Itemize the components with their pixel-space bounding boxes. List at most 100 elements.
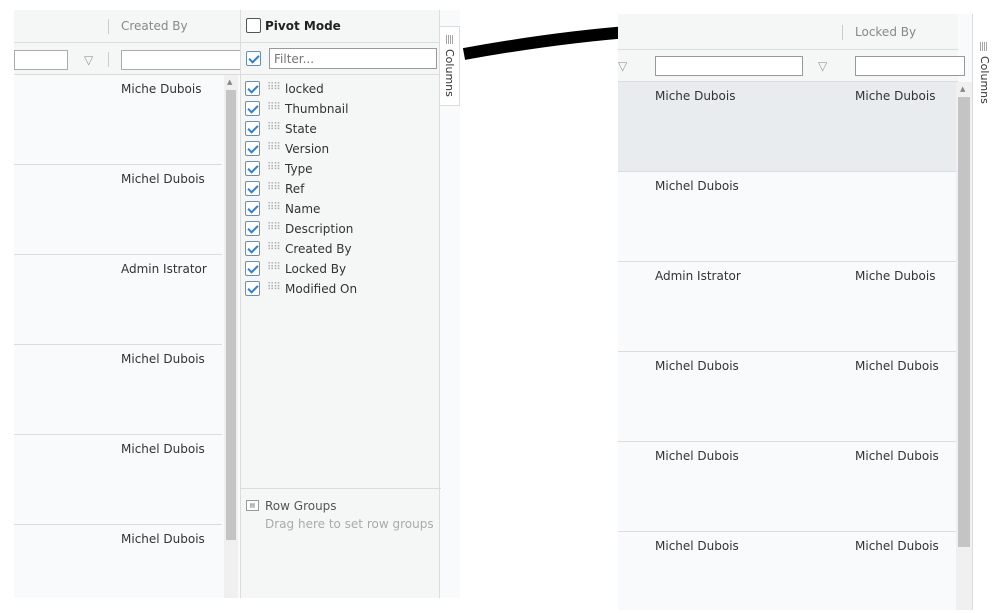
column-item[interactable]: ⠿⠿ Type <box>245 160 435 178</box>
drag-handle-icon[interactable]: ⠿⠿ <box>267 182 281 193</box>
column-checkbox[interactable] <box>245 141 260 156</box>
row-groups-drop-zone[interactable]: ▤ Row Groups Drag here to set row groups <box>241 488 441 598</box>
filter-input[interactable] <box>14 50 68 70</box>
scrollbar-thumb[interactable] <box>958 97 970 547</box>
drag-handle-icon[interactable]: ⠿⠿ <box>267 102 281 113</box>
column-separator[interactable] <box>842 25 843 40</box>
created-by-cell: Michel Dubois <box>655 539 739 553</box>
drag-handle-icon[interactable]: ⠿⠿ <box>267 262 281 273</box>
filter-funnel-icon[interactable]: ▽ <box>818 59 827 73</box>
column-label: Locked By <box>285 262 347 276</box>
table-row[interactable]: Michel Dubois <box>14 525 222 598</box>
created-by-cell: Michel Dubois <box>121 172 205 186</box>
columns-icon: |||| <box>445 35 454 45</box>
locked-by-filter-input[interactable] <box>855 56 965 76</box>
table-row[interactable]: Michel Dubois Michel Dubois <box>618 532 956 610</box>
pivot-mode-row: Pivot Mode <box>241 10 441 43</box>
columns-icon: |||| <box>979 42 988 52</box>
table-row[interactable]: Miche Dubois <box>14 75 222 165</box>
table-row[interactable]: Michel Dubois <box>14 165 222 255</box>
scroll-up-icon[interactable]: ▲ <box>227 78 232 86</box>
columns-side-tab[interactable]: |||| Columns <box>972 14 996 610</box>
column-item[interactable]: ⠿⠿ State <box>245 120 435 138</box>
column-checkbox[interactable] <box>245 81 260 96</box>
grid-body: Miche Dubois Michel Dubois Admin Istrato… <box>14 75 224 598</box>
column-item[interactable]: ⠿⠿ Modified On <box>245 280 435 298</box>
column-label: Thumbnail <box>285 102 349 116</box>
column-label: Ref <box>285 182 305 196</box>
locked-by-cell: Michel Dubois <box>855 449 939 463</box>
column-item[interactable]: ⠿⠿ Thumbnail <box>245 100 435 118</box>
drag-handle-icon[interactable]: ⠿⠿ <box>267 142 281 153</box>
column-checkbox[interactable] <box>245 201 260 216</box>
drag-handle-icon[interactable]: ⠿⠿ <box>267 162 281 173</box>
column-item[interactable]: ⠿⠿ Locked By <box>245 260 435 278</box>
created-by-cell: Michel Dubois <box>121 442 205 456</box>
table-row[interactable]: Michel Dubois <box>618 172 956 262</box>
grid-header: Locked By <box>618 14 958 50</box>
column-item[interactable]: ⠿⠿ Created By <box>245 240 435 258</box>
drag-handle-icon[interactable]: ⠿⠿ <box>267 222 281 233</box>
scroll-up-icon[interactable]: ▲ <box>960 85 965 93</box>
header-created-by[interactable]: Created By <box>121 19 188 33</box>
pivot-mode-checkbox[interactable] <box>246 18 261 33</box>
created-by-filter-input[interactable] <box>121 50 251 70</box>
column-label: Created By <box>285 242 352 256</box>
vertical-scrollbar[interactable]: ▲ <box>224 75 238 598</box>
column-checkbox[interactable] <box>245 241 260 256</box>
header-locked-by[interactable]: Locked By <box>855 25 916 39</box>
locked-by-cell: Miche Dubois <box>855 89 936 103</box>
created-by-cell: Admin Istrator <box>121 262 207 276</box>
columns-tool-panel: Pivot Mode ⠿⠿locked ⠿⠿Thumbnail ⠿⠿State … <box>240 10 441 598</box>
drag-handle-icon[interactable]: ⠿⠿ <box>267 242 281 253</box>
drag-handle-icon[interactable]: ⠿⠿ <box>267 282 281 293</box>
column-label: State <box>285 122 317 136</box>
table-row[interactable]: Michel Dubois Michel Dubois <box>618 442 956 532</box>
created-by-cell: Miche Dubois <box>121 82 202 96</box>
left-grid-panel: Created By ▽ Miche Dubois Michel Dubois … <box>14 10 460 598</box>
column-checkbox[interactable] <box>245 281 260 296</box>
drag-handle-icon[interactable]: ⠿⠿ <box>267 82 281 93</box>
vertical-scrollbar[interactable]: ▲ <box>956 82 972 610</box>
drag-handle-icon[interactable]: ⠿⠿ <box>267 122 281 133</box>
column-checkbox[interactable] <box>245 221 260 236</box>
column-item[interactable]: ⠿⠿ Description <box>245 220 435 238</box>
select-all-checkbox[interactable] <box>246 51 261 66</box>
column-item[interactable]: ⠿⠿ Ref <box>245 180 435 198</box>
column-filter-input[interactable] <box>269 48 437 69</box>
column-item[interactable]: ⠿⠿ Version <box>245 140 435 158</box>
table-row[interactable]: Admin Istrator Miche Dubois <box>618 262 956 352</box>
row-groups-title: Row Groups <box>265 499 337 513</box>
table-row[interactable]: Michel Dubois Michel Dubois <box>618 352 956 442</box>
filter-row: ▽ ▽ <box>618 50 965 82</box>
columns-tab-label: Columns <box>443 49 456 97</box>
column-label: Name <box>285 202 321 216</box>
grid-body: Miche Dubois Miche Dubois Michel Dubois … <box>618 82 956 610</box>
locked-by-cell: Miche Dubois <box>855 269 936 283</box>
right-grid-panel: Locked By ▽ ▽ Miche Dubois Miche Dubois … <box>618 14 996 610</box>
columns-tab-label: Columns <box>978 56 991 104</box>
column-checkbox[interactable] <box>245 181 260 196</box>
column-item[interactable]: ⠿⠿ locked <box>245 80 435 98</box>
table-row[interactable]: Miche Dubois Miche Dubois <box>618 82 956 172</box>
column-checkbox[interactable] <box>245 161 260 176</box>
filter-funnel-icon[interactable]: ▽ <box>84 53 93 67</box>
column-checkbox[interactable] <box>245 121 260 136</box>
column-checkbox[interactable] <box>245 101 260 116</box>
locked-by-cell: Michel Dubois <box>855 359 939 373</box>
table-row[interactable]: Michel Dubois <box>14 435 222 525</box>
column-filter-row <box>241 43 441 75</box>
filter-funnel-icon[interactable]: ▽ <box>618 59 627 73</box>
table-row[interactable]: Michel Dubois <box>14 345 222 435</box>
column-separator[interactable] <box>108 19 109 34</box>
columns-side-tab[interactable]: |||| Columns <box>440 26 460 106</box>
column-label: Type <box>285 162 313 176</box>
created-by-cell: Michel Dubois <box>655 179 739 193</box>
column-item[interactable]: ⠿⠿ Name <box>245 200 435 218</box>
created-by-filter-input[interactable] <box>655 56 803 76</box>
scrollbar-thumb[interactable] <box>226 90 236 540</box>
table-row[interactable]: Admin Istrator <box>14 255 222 345</box>
column-checkbox[interactable] <box>245 261 260 276</box>
drag-handle-icon[interactable]: ⠿⠿ <box>267 202 281 213</box>
created-by-cell: Admin Istrator <box>655 269 741 283</box>
